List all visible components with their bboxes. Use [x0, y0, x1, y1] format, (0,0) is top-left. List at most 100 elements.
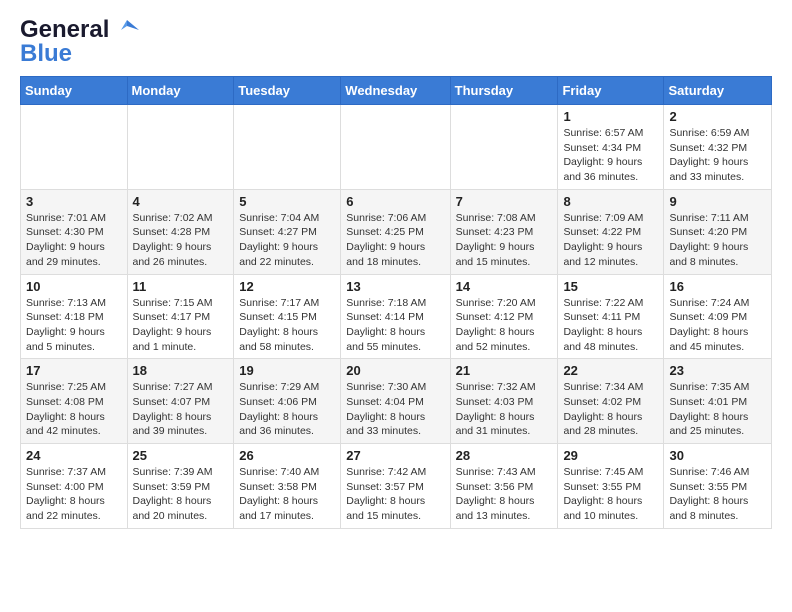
calendar-cell: 4 Sunrise: 7:02 AM Sunset: 4:28 PM Daylig… [127, 189, 234, 274]
calendar-cell: 21 Sunrise: 7:32 AM Sunset: 4:03 PM Dayli… [450, 359, 558, 444]
day-number: 25 [133, 448, 229, 463]
calendar-cell: 8Sunrise: 7:09 AM Sunset: 4:22 PM Daylig… [558, 189, 664, 274]
day-number: 24 [26, 448, 122, 463]
day-info: Sunrise: 7:15 AM Sunset: 4:17 PM Dayligh… [133, 296, 229, 355]
weekday-header-sunday: Sunday [21, 77, 128, 105]
weekday-header-wednesday: Wednesday [341, 77, 450, 105]
day-number: 10 [26, 279, 122, 294]
day-number: 11 [133, 279, 229, 294]
day-number: 22 [563, 363, 658, 378]
calendar-week-row: 24 Sunrise: 7:37 AM Sunset: 4:00 PM Dayli… [21, 444, 772, 529]
calendar-cell: 15 Sunrise: 7:22 AM Sunset: 4:11 PM Dayli… [558, 274, 664, 359]
calendar-cell: 7 Sunrise: 7:08 AM Sunset: 4:23 PM Daylig… [450, 189, 558, 274]
day-number: 17 [26, 363, 122, 378]
day-info: Sunrise: 7:04 AM Sunset: 4:27 PM Dayligh… [239, 211, 335, 270]
day-info: Sunrise: 7:27 AM Sunset: 4:07 PM Dayligh… [133, 380, 229, 439]
calendar-cell: 28Sunrise: 7:43 AM Sunset: 3:56 PM Dayli… [450, 444, 558, 529]
day-number: 15 [563, 279, 658, 294]
day-info: Sunrise: 7:24 AM Sunset: 4:09 PM Dayligh… [669, 296, 766, 355]
calendar-cell: 29 Sunrise: 7:45 AM Sunset: 3:55 PM Dayli… [558, 444, 664, 529]
day-number: 30 [669, 448, 766, 463]
calendar-week-row: 3 Sunrise: 7:01 AM Sunset: 4:30 PM Daylig… [21, 189, 772, 274]
day-info: Sunrise: 7:45 AM Sunset: 3:55 PM Dayligh… [563, 465, 658, 524]
day-number: 29 [563, 448, 658, 463]
calendar-cell: 18Sunrise: 7:27 AM Sunset: 4:07 PM Dayli… [127, 359, 234, 444]
calendar-cell: 11 Sunrise: 7:15 AM Sunset: 4:17 PM Dayli… [127, 274, 234, 359]
calendar-cell: 12Sunrise: 7:17 AM Sunset: 4:15 PM Dayli… [234, 274, 341, 359]
calendar-cell: 5 Sunrise: 7:04 AM Sunset: 4:27 PM Daylig… [234, 189, 341, 274]
day-info: Sunrise: 7:22 AM Sunset: 4:11 PM Dayligh… [563, 296, 658, 355]
day-info: Sunrise: 7:25 AM Sunset: 4:08 PM Dayligh… [26, 380, 122, 439]
day-number: 26 [239, 448, 335, 463]
calendar-header-row: SundayMondayTuesdayWednesdayThursdayFrid… [21, 77, 772, 105]
logo: General Blue [20, 16, 141, 68]
day-info: Sunrise: 7:37 AM Sunset: 4:00 PM Dayligh… [26, 465, 122, 524]
calendar-cell: 6Sunrise: 7:06 AM Sunset: 4:25 PM Daylig… [341, 189, 450, 274]
day-number: 20 [346, 363, 444, 378]
calendar-cell: 24 Sunrise: 7:37 AM Sunset: 4:00 PM Dayli… [21, 444, 128, 529]
calendar-week-row: 1Sunrise: 6:57 AM Sunset: 4:34 PM Daylig… [21, 105, 772, 190]
calendar-cell: 20 Sunrise: 7:30 AM Sunset: 4:04 PM Dayli… [341, 359, 450, 444]
calendar-cell [21, 105, 128, 190]
day-info: Sunrise: 6:59 AM Sunset: 4:32 PM Dayligh… [669, 126, 766, 185]
calendar-cell: 17 Sunrise: 7:25 AM Sunset: 4:08 PM Dayli… [21, 359, 128, 444]
weekday-header-friday: Friday [558, 77, 664, 105]
calendar-cell: 19 Sunrise: 7:29 AM Sunset: 4:06 PM Dayli… [234, 359, 341, 444]
day-number: 2 [669, 109, 766, 124]
day-info: Sunrise: 7:40 AM Sunset: 3:58 PM Dayligh… [239, 465, 335, 524]
day-info: Sunrise: 7:46 AM Sunset: 3:55 PM Dayligh… [669, 465, 766, 524]
day-number: 7 [456, 194, 553, 209]
calendar-cell: 16 Sunrise: 7:24 AM Sunset: 4:09 PM Dayli… [664, 274, 772, 359]
calendar-cell: 3 Sunrise: 7:01 AM Sunset: 4:30 PM Daylig… [21, 189, 128, 274]
day-number: 13 [346, 279, 444, 294]
calendar-cell: 30 Sunrise: 7:46 AM Sunset: 3:55 PM Dayli… [664, 444, 772, 529]
day-number: 27 [346, 448, 444, 463]
logo-blue: Blue [20, 40, 72, 68]
day-number: 6 [346, 194, 444, 209]
day-number: 21 [456, 363, 553, 378]
calendar-week-row: 17 Sunrise: 7:25 AM Sunset: 4:08 PM Dayli… [21, 359, 772, 444]
day-number: 14 [456, 279, 553, 294]
day-info: Sunrise: 7:08 AM Sunset: 4:23 PM Dayligh… [456, 211, 553, 270]
calendar-cell [450, 105, 558, 190]
weekday-header-saturday: Saturday [664, 77, 772, 105]
day-info: Sunrise: 7:42 AM Sunset: 3:57 PM Dayligh… [346, 465, 444, 524]
day-info: Sunrise: 7:34 AM Sunset: 4:02 PM Dayligh… [563, 380, 658, 439]
day-info: Sunrise: 7:18 AM Sunset: 4:14 PM Dayligh… [346, 296, 444, 355]
calendar: SundayMondayTuesdayWednesdayThursdayFrid… [20, 76, 772, 529]
day-info: Sunrise: 7:17 AM Sunset: 4:15 PM Dayligh… [239, 296, 335, 355]
day-info: Sunrise: 7:01 AM Sunset: 4:30 PM Dayligh… [26, 211, 122, 270]
day-info: Sunrise: 7:13 AM Sunset: 4:18 PM Dayligh… [26, 296, 122, 355]
day-info: Sunrise: 7:39 AM Sunset: 3:59 PM Dayligh… [133, 465, 229, 524]
day-number: 3 [26, 194, 122, 209]
calendar-cell: 25 Sunrise: 7:39 AM Sunset: 3:59 PM Dayli… [127, 444, 234, 529]
logo-bird-icon [113, 16, 141, 44]
calendar-cell: 13 Sunrise: 7:18 AM Sunset: 4:14 PM Dayli… [341, 274, 450, 359]
header: General Blue [20, 16, 772, 68]
calendar-cell: 23 Sunrise: 7:35 AM Sunset: 4:01 PM Dayli… [664, 359, 772, 444]
day-number: 4 [133, 194, 229, 209]
calendar-cell: 27 Sunrise: 7:42 AM Sunset: 3:57 PM Dayli… [341, 444, 450, 529]
calendar-cell [234, 105, 341, 190]
day-info: Sunrise: 7:11 AM Sunset: 4:20 PM Dayligh… [669, 211, 766, 270]
day-number: 8 [563, 194, 658, 209]
calendar-cell [127, 105, 234, 190]
calendar-cell: 9 Sunrise: 7:11 AM Sunset: 4:20 PM Daylig… [664, 189, 772, 274]
day-info: Sunrise: 7:35 AM Sunset: 4:01 PM Dayligh… [669, 380, 766, 439]
calendar-cell [341, 105, 450, 190]
day-number: 19 [239, 363, 335, 378]
calendar-cell: 2 Sunrise: 6:59 AM Sunset: 4:32 PM Daylig… [664, 105, 772, 190]
day-info: Sunrise: 6:57 AM Sunset: 4:34 PM Dayligh… [563, 126, 658, 185]
day-number: 23 [669, 363, 766, 378]
day-number: 16 [669, 279, 766, 294]
day-number: 5 [239, 194, 335, 209]
day-info: Sunrise: 7:29 AM Sunset: 4:06 PM Dayligh… [239, 380, 335, 439]
weekday-header-thursday: Thursday [450, 77, 558, 105]
day-number: 9 [669, 194, 766, 209]
day-info: Sunrise: 7:02 AM Sunset: 4:28 PM Dayligh… [133, 211, 229, 270]
day-number: 28 [456, 448, 553, 463]
weekday-header-monday: Monday [127, 77, 234, 105]
calendar-cell: 22 Sunrise: 7:34 AM Sunset: 4:02 PM Dayli… [558, 359, 664, 444]
day-info: Sunrise: 7:32 AM Sunset: 4:03 PM Dayligh… [456, 380, 553, 439]
day-info: Sunrise: 7:30 AM Sunset: 4:04 PM Dayligh… [346, 380, 444, 439]
